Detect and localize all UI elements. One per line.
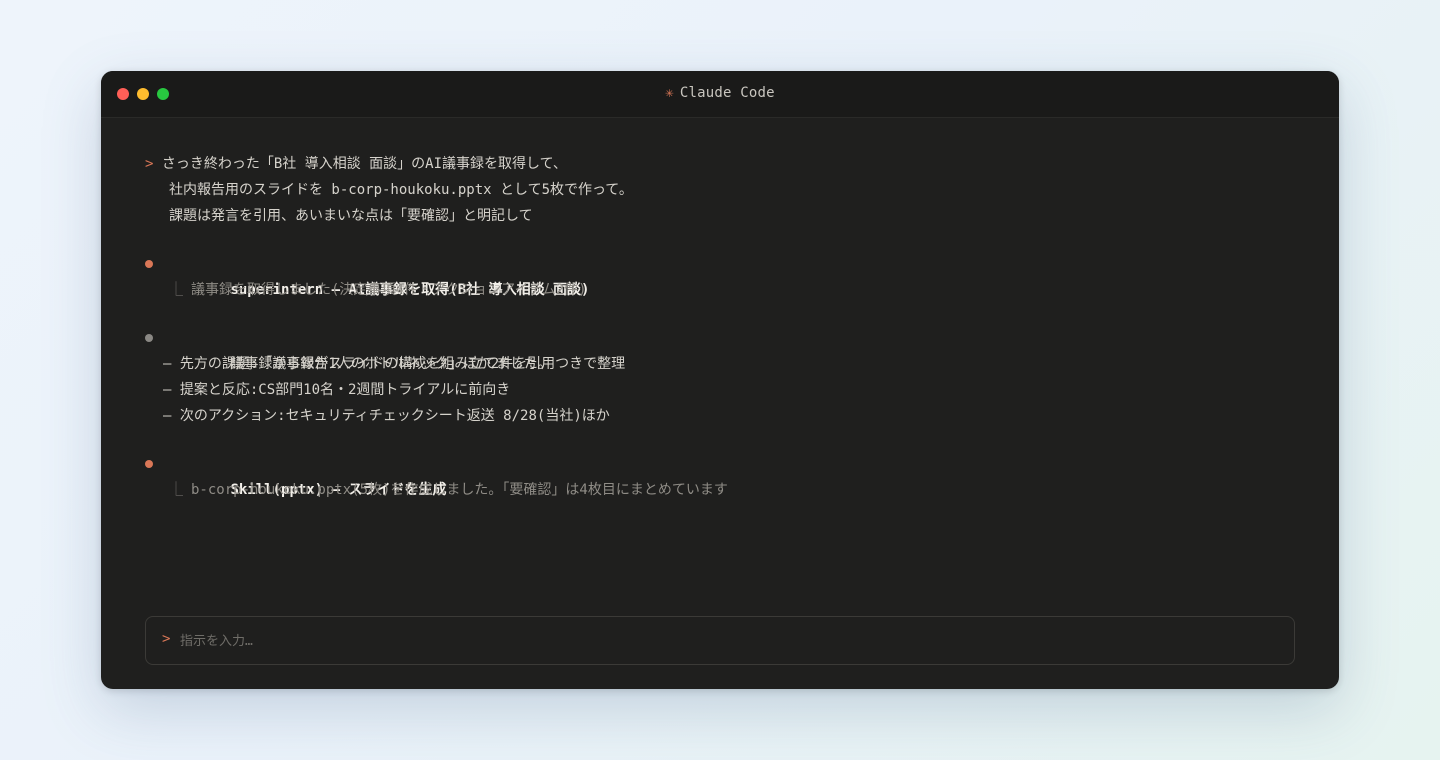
instruction-input-box[interactable]: > — [145, 616, 1295, 665]
tool-call-result-text: 議事録を取得しました(決定事項4件・アクションアイテム2件) — [191, 282, 587, 298]
tool-status-dot — [145, 460, 153, 468]
message-dot — [145, 334, 153, 342]
assistant-message: 議事録から報告スライドの構成を組み立てました。 — 先方の課題:「議事録が1人の… — [145, 325, 1295, 429]
assistant-message-header: 議事録から報告スライドの構成を組み立てました。 — [145, 325, 1295, 372]
tool-call-result: ⎿ 議事録を取得しました(決定事項4件・アクションアイテム2件) — [145, 277, 1295, 303]
tool-call-result: ⎿ b-corp-houkoku.pptx(5枚)を作成しました。「要確認」は4枚… — [145, 477, 1295, 503]
input-prompt-marker: > — [162, 631, 171, 647]
user-prompt-line-3: 課題は発言を引用、あいまいな点は「要確認」と明記して — [169, 208, 533, 224]
list-item: — 先方の課題:「議事録が1人のボトルネック」ほか2件を引用つきで整理 — [163, 356, 626, 372]
window-title-text: Claude Code — [679, 85, 775, 101]
tree-connector-icon: ⎿ — [169, 482, 183, 498]
terminal-window: ✳ Claude Code > さっき終わった「B社 導入相談 面談」のAI議事録… — [101, 71, 1339, 689]
user-prompt-text-1: さっき終わった「B社 導入相談 面談」のAI議事録を取得して、 — [161, 156, 567, 172]
tool-call-fetch-minutes: superintern — AI議事録を取得(B社 導入相談 面談) ⎿ 議事録を… — [145, 251, 1295, 303]
user-prompt-line-1: > さっき終わった「B社 導入相談 面談」のAI議事録を取得して、 — [145, 151, 1295, 177]
tool-call-result-text: b-corp-houkoku.pptx(5枚)を作成しました。「要確認」は4枚目… — [191, 482, 728, 498]
list-item: — 提案と反応:CS部門10名・2週間トライアルに前向き — [163, 382, 511, 398]
tool-call-generate-slides: Skill(pptx) — スライドを生成 ⎿ b-corp-houkoku.pp… — [145, 451, 1295, 503]
tree-connector-icon: ⎿ — [169, 282, 183, 298]
user-prompt-line-2: 社内報告用のスライドを b-corp-houkoku.pptx として5枚で作っ… — [169, 182, 633, 198]
conversation-area: > さっき終わった「B社 導入相談 面談」のAI議事録を取得して、 社内報告用の… — [145, 151, 1295, 503]
prompt-marker: > — [145, 156, 154, 172]
window-title: ✳ Claude Code — [101, 85, 1339, 101]
claude-asterisk-icon: ✳ — [665, 85, 674, 101]
tool-call-header: superintern — AI議事録を取得(B社 導入相談 面談) — [145, 251, 1295, 298]
list-item: — 次のアクション:セキュリティチェックシート返送 8/28(当社)ほか — [163, 408, 610, 424]
tool-call-header: Skill(pptx) — スライドを生成 — [145, 451, 1295, 498]
tool-status-dot — [145, 260, 153, 268]
title-bar: ✳ Claude Code — [101, 71, 1339, 118]
instruction-input[interactable] — [178, 627, 1272, 655]
user-prompt: > さっき終わった「B社 導入相談 面談」のAI議事録を取得して、 社内報告用の… — [145, 151, 1295, 229]
